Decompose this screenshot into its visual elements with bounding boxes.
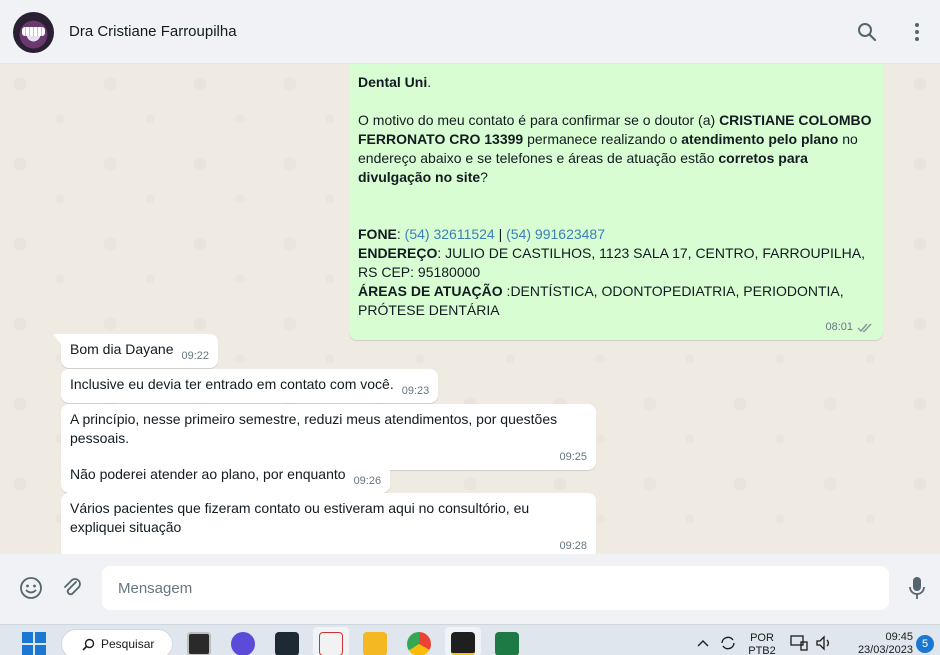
message-time: 09:26: [353, 475, 382, 487]
incoming-message[interactable]: Não poderei atender ao plano, por enquan…: [61, 459, 391, 493]
phone-line: FONE: (54) 32611524 | (54) 991623487: [358, 226, 606, 242]
search-label: Pesquisar: [101, 637, 155, 651]
incoming-message[interactable]: Bom dia Dayane 09:22: [52, 334, 219, 368]
windows-logo-icon: [35, 632, 46, 643]
chat-header: Dra Cristiane Farroupilha: [0, 0, 940, 64]
areas-line: ÁREAS DE ATUAÇÃO :DENTÍSTICA, ODONTOPEDI…: [358, 283, 844, 318]
chevron-up-icon[interactable]: [697, 639, 709, 647]
message-paragraph: O motivo do meu contato é para confirmar…: [358, 112, 872, 185]
clock[interactable]: 09:45 23/03/2023: [843, 631, 913, 655]
network-icon[interactable]: [790, 635, 808, 651]
teeth-image: [22, 27, 45, 36]
windows-logo-icon: [22, 645, 33, 655]
microphone-icon: [909, 577, 925, 599]
message-meta: 08:01: [358, 320, 873, 334]
windows-taskbar: Pesquisar POR PTB2 09:45 23/03/2023 5: [0, 624, 940, 655]
chat-area[interactable]: Dental Uni. O motivo do meu contato é pa…: [0, 64, 940, 554]
menu-button[interactable]: [905, 20, 929, 44]
paperclip-icon: [64, 578, 81, 596]
taskbar-search[interactable]: Pesquisar: [61, 629, 173, 655]
address-line: ENDEREÇO: JULIO DE CASTILHOS, 1123 SALA …: [358, 245, 866, 280]
snipping-tool-icon[interactable]: [319, 632, 343, 655]
message-composer: [0, 554, 940, 624]
voice-button[interactable]: [904, 575, 930, 601]
sticky-notes-icon[interactable]: [451, 632, 475, 655]
more-vertical-icon: [915, 23, 919, 41]
incoming-message[interactable]: Inclusive eu devia ter entrado em contat…: [61, 369, 439, 403]
attach-button[interactable]: [59, 575, 85, 601]
contact-name[interactable]: Dra Cristiane Farroupilha: [69, 23, 237, 40]
message-time: 08:01: [825, 320, 853, 333]
chat-app-icon[interactable]: [231, 632, 255, 655]
phone-link-1[interactable]: (54) 32611524: [405, 226, 495, 242]
incoming-message[interactable]: Vários pacientes que fizeram contato ou …: [61, 493, 596, 554]
start-button[interactable]: [22, 632, 46, 655]
3cx-app-icon[interactable]: [275, 632, 299, 655]
emoji-button[interactable]: [18, 575, 44, 601]
emoji-icon: [20, 577, 42, 599]
sync-icon[interactable]: [719, 634, 737, 652]
phone-link-2[interactable]: (54) 991623487: [506, 226, 605, 242]
message-time: 09:22: [181, 350, 210, 362]
message-input[interactable]: [102, 566, 889, 610]
double-check-icon: [857, 323, 872, 332]
notification-badge[interactable]: 5: [916, 635, 934, 653]
search-button[interactable]: [855, 20, 879, 44]
message-time: 09:28: [559, 540, 587, 552]
volume-icon[interactable]: [815, 635, 833, 651]
partial-line: Dental Uni.: [358, 74, 432, 90]
excel-icon[interactable]: [495, 632, 519, 655]
language-indicator[interactable]: POR PTB2: [747, 632, 777, 655]
chrome-icon[interactable]: [407, 632, 431, 655]
windows-logo-icon: [35, 645, 46, 655]
file-explorer-icon[interactable]: [363, 632, 387, 655]
contact-avatar[interactable]: [13, 12, 54, 53]
message-time: 09:23: [401, 385, 430, 397]
search-icon: [858, 23, 877, 42]
search-icon: [82, 638, 95, 651]
task-view-icon[interactable]: [187, 632, 211, 655]
outgoing-message[interactable]: Dental Uni. O motivo do meu contato é pa…: [349, 64, 883, 340]
windows-logo-icon: [22, 632, 33, 643]
